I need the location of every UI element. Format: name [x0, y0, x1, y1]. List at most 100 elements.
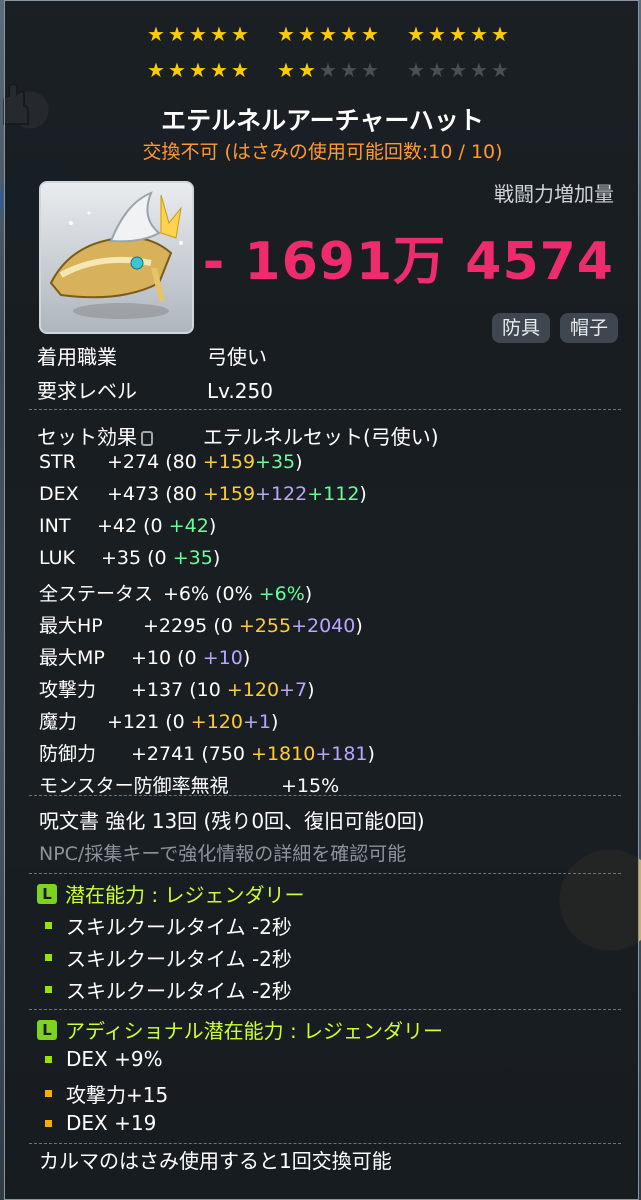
stat-base: (10: [183, 679, 227, 701]
star-group: ★ ★ ★ ★ ★: [275, 59, 380, 81]
enhance-hint-line: NPC/採集キーで強化情報の詳細を確認可能: [39, 843, 407, 865]
filled-star-icon: ★: [340, 22, 358, 46]
stat-row: 魔力 +121 (0 +120+1): [39, 707, 278, 734]
filled-star-icon: ★: [147, 58, 165, 82]
stat-flame: +159: [202, 483, 256, 505]
stat-label: 最大HP: [39, 615, 103, 637]
filled-star-icon: ★: [231, 22, 249, 46]
stat-total: +35: [101, 547, 142, 569]
required-job-value: 弓使い: [207, 345, 267, 369]
stat-total: +274: [107, 451, 160, 473]
scroll-enhance-line: 呪文書 強化 13回 (残り0回、復旧可能0回): [39, 809, 425, 833]
karma-scissors-note: カルマのはさみ使用すると1回交換可能: [39, 1149, 392, 1173]
stat-label: DEX: [39, 483, 79, 505]
filled-star-icon: ★: [298, 58, 316, 82]
empty-star-icon: ★: [449, 58, 467, 82]
filled-star-icon: ★: [168, 58, 186, 82]
stat-close: ): [367, 743, 375, 765]
stat-label: 魔力: [39, 711, 78, 733]
filled-star-icon: ★: [491, 22, 509, 46]
stat-row: 全ステータス +6% (0% +6%): [39, 579, 312, 606]
stat-enhance: +10: [202, 647, 243, 669]
stat-base: (0: [137, 515, 169, 537]
stat-total: +15%: [281, 775, 340, 797]
stat-row: 最大HP +2295 (0 +255+2040): [39, 611, 363, 638]
divider: [29, 1009, 621, 1010]
stat-total: +121: [107, 711, 160, 733]
stat-bonus: +112: [307, 483, 360, 505]
stat-row: 攻撃力 +137 (10 +120+7): [39, 675, 314, 702]
potential-line-text: スキルクールタイム -2秒: [66, 979, 292, 1003]
stat-bonus: +35: [172, 547, 213, 569]
potential-header-text: 潜在能力 : レジェンダリー: [65, 883, 305, 907]
required-job-row: 着用職業 弓使い: [37, 341, 267, 370]
stat-base: (0: [207, 615, 239, 637]
stat-label: STR: [39, 451, 76, 473]
empty-star-icon: ★: [361, 58, 379, 82]
filled-star-icon: ★: [168, 22, 186, 46]
stat-label: INT: [39, 515, 71, 537]
stat-base: (0: [171, 647, 203, 669]
potential-line-text: スキルクールタイム -2秒: [66, 947, 292, 971]
stat-total: +137: [131, 679, 184, 701]
filled-star-icon: ★: [449, 22, 467, 46]
filled-star-icon: ★: [428, 22, 446, 46]
filled-star-icon: ★: [189, 22, 207, 46]
stat-close: ): [295, 451, 303, 473]
stat-base: (0%: [209, 583, 259, 605]
required-job-label: 着用職業: [37, 345, 117, 369]
stat-base: (80: [159, 451, 203, 473]
filled-star-icon: ★: [210, 22, 228, 46]
filled-star-icon: ★: [277, 58, 295, 82]
stat-bonus: +35: [255, 451, 296, 473]
potential-line: スキルクールタイム -2秒: [45, 943, 292, 972]
star-group: ★ ★ ★ ★ ★: [145, 59, 250, 81]
stat-label: 全ステータス: [39, 583, 154, 605]
stat-flame: +120: [226, 679, 280, 701]
potential-line: スキルクールタイム -2秒: [45, 911, 292, 940]
legendary-icon: L: [37, 1019, 57, 1040]
stat-label: 攻撃力: [39, 679, 97, 701]
stat-close: ): [304, 583, 313, 605]
stat-row: STR +274 (80 +159+35): [39, 451, 303, 473]
additional-potential-line-text: 攻撃力+15: [66, 1083, 169, 1107]
stat-enhance: +181: [315, 743, 368, 765]
stat-total: +6%: [163, 583, 210, 605]
stat-close: ): [270, 711, 279, 733]
stat-row: 最大MP +10 (0 +10): [39, 643, 250, 670]
power-change-value: - 1691万 4574: [202, 232, 614, 292]
lock-icon[interactable]: [141, 431, 153, 446]
stat-total: +473: [107, 483, 160, 505]
filled-star-icon: ★: [210, 58, 228, 82]
legendary-icon: L: [37, 883, 57, 904]
stat-row: モンスター防御率無視 +15%: [39, 771, 339, 798]
item-tags: 防具 帽子: [491, 313, 618, 343]
additional-potential-line: DEX +19: [45, 1111, 156, 1135]
empty-star-icon: ★: [428, 58, 446, 82]
stat-enhance: +122: [255, 483, 308, 505]
filled-star-icon: ★: [361, 22, 379, 46]
bullet-icon: [45, 954, 52, 961]
stat-close: ): [355, 615, 363, 637]
tag-armor: 防具: [491, 313, 550, 343]
stat-row: INT +42 (0 +42): [39, 515, 216, 537]
empty-star-icon: ★: [407, 58, 425, 82]
potential-line-text: スキルクールタイム -2秒: [66, 915, 292, 939]
additional-potential-header: L アディショナル潜在能力 : レジェンダリー: [37, 1015, 443, 1044]
filled-star-icon: ★: [231, 58, 249, 82]
bullet-icon: [45, 986, 52, 993]
filled-star-icon: ★: [189, 58, 207, 82]
stat-label: LUK: [39, 547, 76, 569]
item-name: エテルネルアーチャーハット: [161, 106, 484, 135]
stat-row: LUK +35 (0 +35): [39, 547, 220, 569]
additional-potential-line-text: DEX +9%: [66, 1047, 163, 1071]
empty-star-icon: ★: [340, 58, 358, 82]
stat-enhance: +7: [279, 679, 308, 701]
bullet-icon: [45, 922, 52, 929]
stat-enhance: +1: [242, 711, 271, 733]
stat-row: DEX +473 (80 +159+122+112): [39, 483, 367, 505]
stat-total: +2295: [143, 615, 208, 637]
stat-flame: +255: [238, 615, 292, 637]
filled-star-icon: ★: [298, 22, 316, 46]
set-effect-row: セット効果 エテルネルセット(弓使い): [37, 421, 439, 450]
